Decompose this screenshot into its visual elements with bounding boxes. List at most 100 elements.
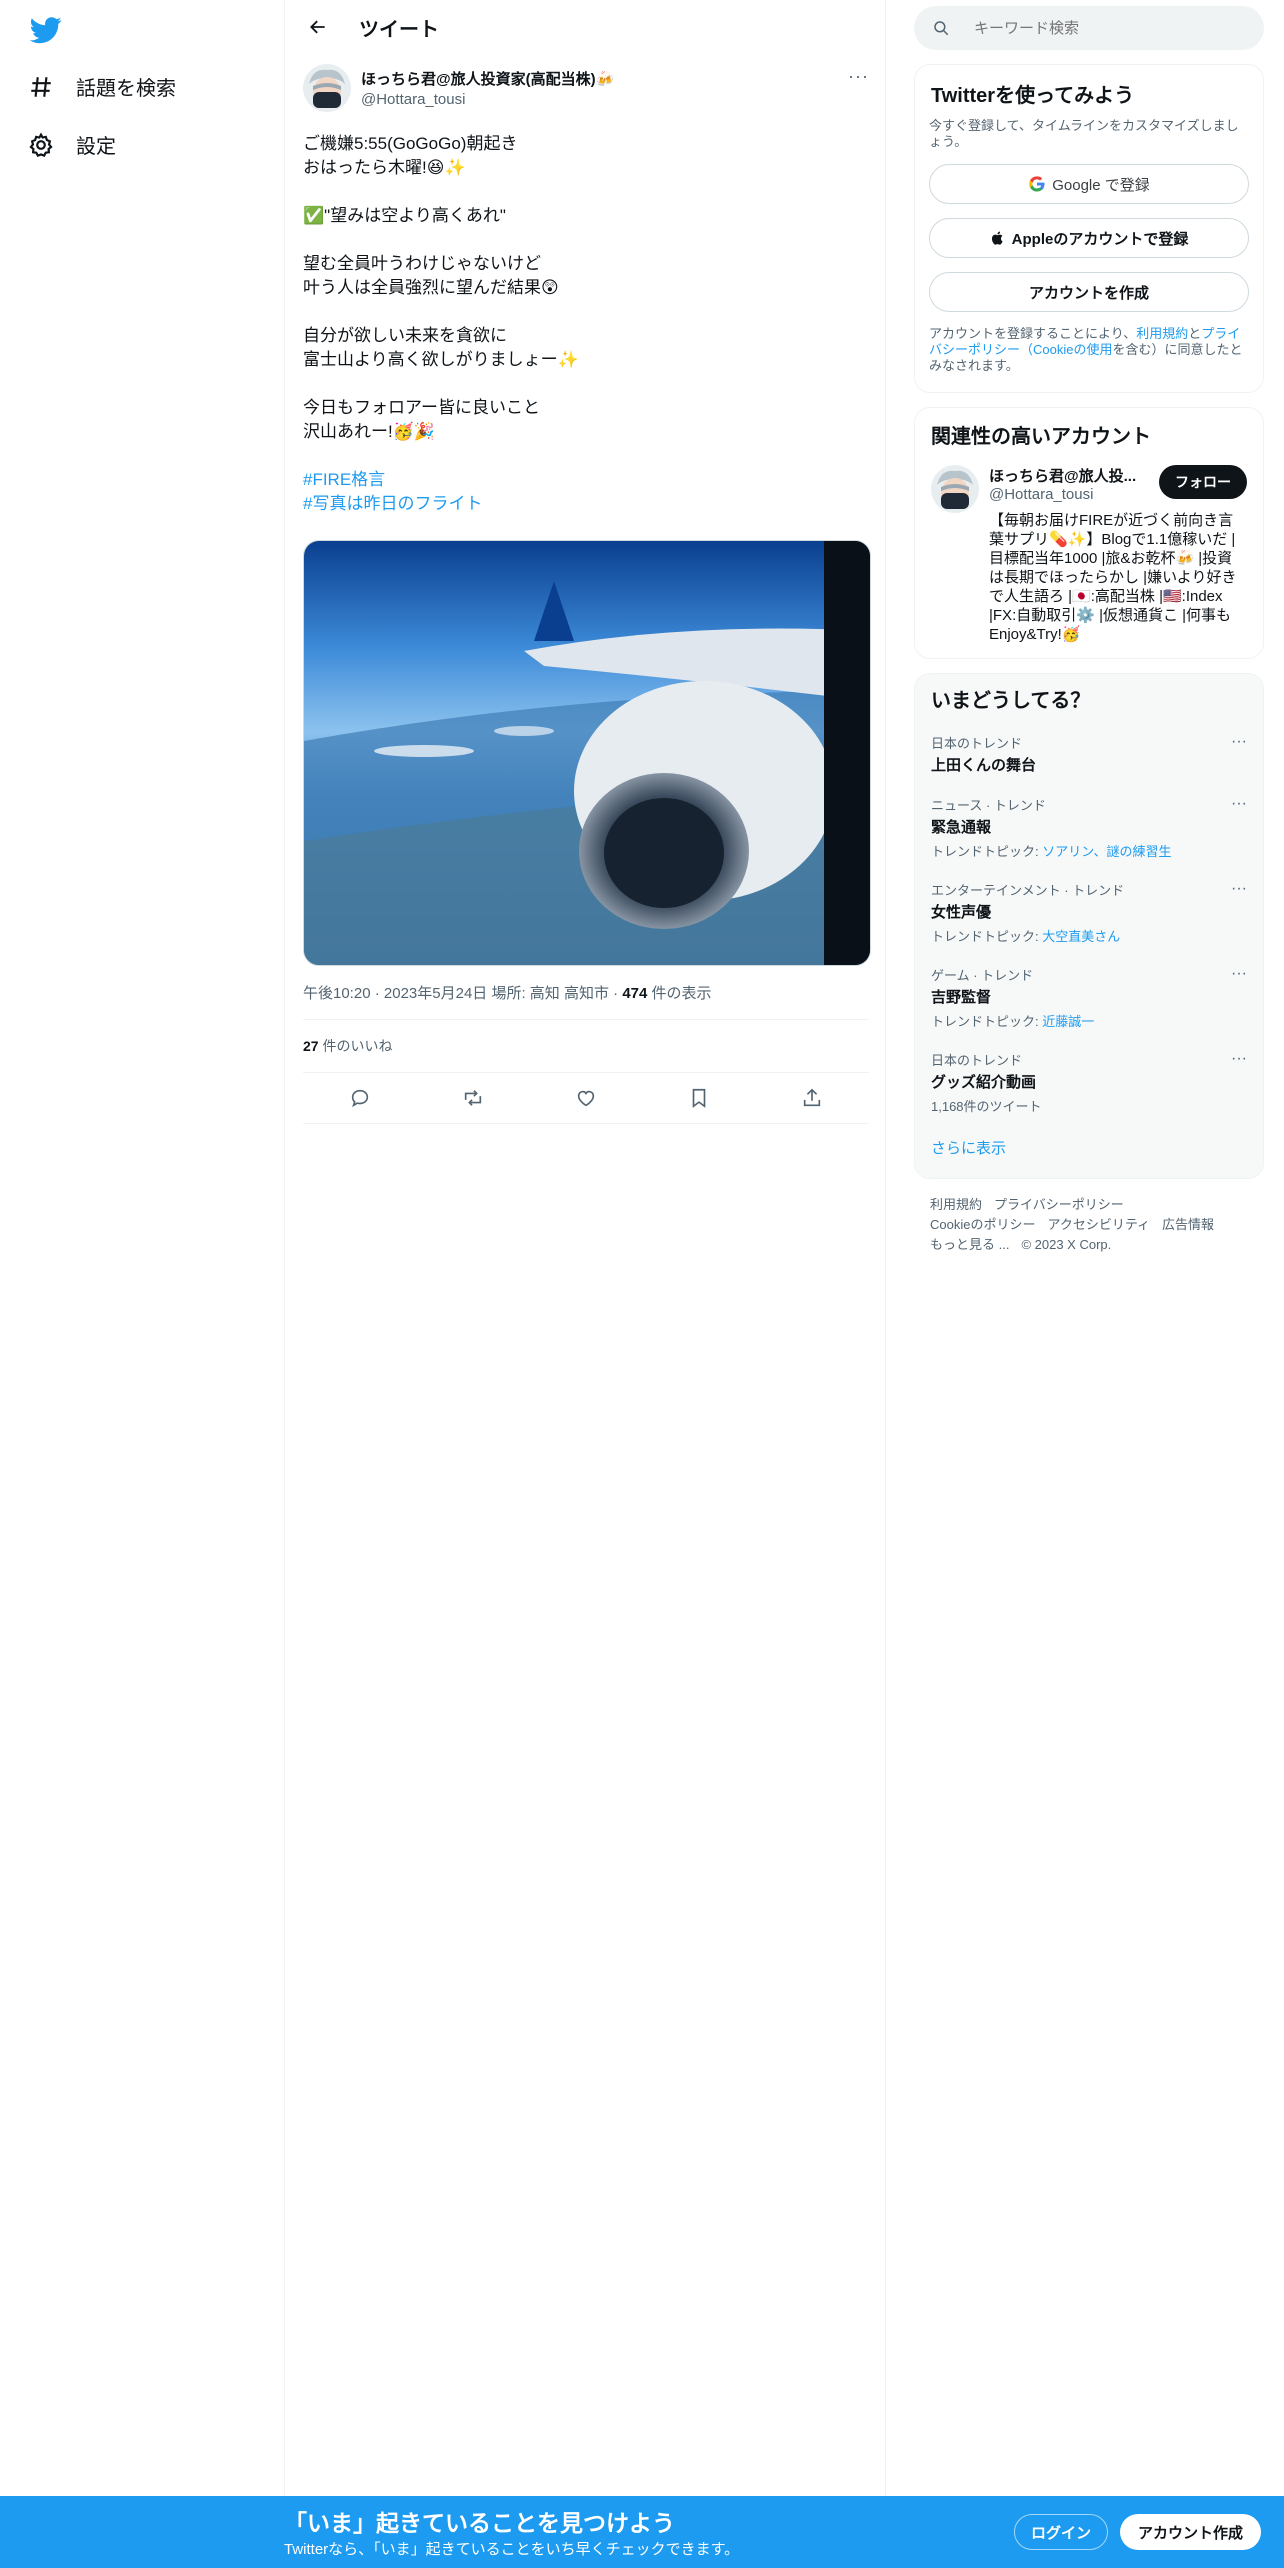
- hashtag-link[interactable]: #FIRE格言: [303, 468, 869, 492]
- terms-link[interactable]: 利用規約: [1136, 326, 1188, 341]
- trend-topic-prefix: トレンドトピック:: [931, 844, 1043, 859]
- avatar[interactable]: [303, 64, 351, 112]
- trend-topic-link[interactable]: ソアリン、謎の練習生: [1042, 844, 1171, 859]
- tweet-date[interactable]: 2023年5月24日: [384, 985, 487, 1002]
- footer-link[interactable]: 利用規約: [930, 1197, 982, 1212]
- google-signup-button[interactable]: Google で登録: [929, 164, 1249, 204]
- author-name[interactable]: ほっちら君@旅人投資家(高配当株)🍻: [361, 68, 614, 89]
- footer-link[interactable]: 広告情報: [1162, 1217, 1214, 1232]
- author-handle[interactable]: @Hottara_tousi: [361, 91, 614, 108]
- more-options-icon[interactable]: ···: [848, 66, 869, 87]
- cookie-link[interactable]: （Cookieの使用: [1020, 342, 1112, 357]
- terms-prefix: アカウントを登録することにより、: [929, 326, 1137, 341]
- trend-item[interactable]: エンターテインメント · トレンド 女性声優 トレンドトピック: 大空直美さん …: [915, 880, 1263, 945]
- trend-category: ゲーム · トレンド: [931, 968, 1034, 983]
- trend-topic-link[interactable]: 大空直美さん: [1042, 929, 1120, 944]
- search-icon: [934, 21, 949, 36]
- more-options-icon[interactable]: ···: [1231, 880, 1247, 898]
- bookmark-icon[interactable]: [688, 1087, 710, 1109]
- trend-name: 緊急通報: [931, 819, 992, 836]
- apple-signup-label: Appleのアカウントで登録: [1011, 230, 1189, 248]
- nav-settings[interactable]: 設定: [28, 130, 116, 159]
- more-options-icon[interactable]: ···: [1231, 1050, 1247, 1068]
- login-button[interactable]: ログイン: [1014, 2514, 1109, 2550]
- arrow-left-icon: [310, 20, 325, 34]
- likes-count: 27: [303, 1038, 319, 1054]
- follow-button[interactable]: フォロー: [1159, 465, 1247, 499]
- trend-name: 上田くんの舞台: [931, 757, 1037, 774]
- google-icon: [1029, 176, 1045, 192]
- tweet-paragraph: 自分が欲しい未来を貪欲に 富士山より高く欲しがりましょー✨: [303, 324, 869, 372]
- trend-item[interactable]: 日本のトレンド 上田くんの舞台 ···: [915, 733, 1263, 775]
- related-accounts-card: 関連性の高いアカウント ほっちら君@旅人投... @Hottara_tousi …: [914, 407, 1264, 659]
- footer-link[interactable]: Cookieのポリシー: [930, 1217, 1035, 1232]
- twitter-logo-icon[interactable]: [28, 14, 64, 46]
- trend-name: グッズ紹介動画: [931, 1074, 1037, 1091]
- copyright: © 2023 X Corp.: [1021, 1237, 1112, 1252]
- trend-topic-prefix: トレンドトピック:: [931, 1014, 1043, 1029]
- more-options-icon[interactable]: ···: [1231, 795, 1247, 813]
- related-account[interactable]: ほっちら君@旅人投... @Hottara_tousi 【毎朝お届けFIREが近…: [931, 465, 1247, 644]
- search-input[interactable]: [972, 18, 1236, 38]
- page-title: ツイート: [359, 18, 439, 41]
- share-icon[interactable]: [801, 1087, 823, 1109]
- tweet-author: ほっちら君@旅人投資家(高配当株)🍻 @Hottara_tousi ···: [303, 64, 869, 112]
- show-more-link[interactable]: さらに表示: [915, 1115, 1263, 1170]
- likes-row[interactable]: 27 件のいいね: [303, 1020, 869, 1073]
- tweet-line: おはったら木曜!😆✨: [303, 158, 466, 177]
- trend-category: ニュース · トレンド: [931, 798, 1046, 813]
- reply-icon[interactable]: [349, 1087, 371, 1109]
- footer-link[interactable]: アクセシビリティ: [1047, 1217, 1150, 1232]
- trend-topic-link[interactable]: 近藤誠一: [1042, 1014, 1094, 1029]
- tweet: ほっちら君@旅人投資家(高配当株)🍻 @Hottara_tousi ··· ご機…: [285, 54, 885, 1124]
- footer-link[interactable]: プライバシーポリシー: [994, 1197, 1124, 1212]
- footer: 利用規約 プライバシーポリシー Cookieのポリシー アクセシビリティ 広告情報 も…: [914, 1179, 1264, 1271]
- signup-button[interactable]: アカウント作成: [1120, 2514, 1262, 2550]
- main-column: ツイート ほっちら君@旅人投資家(高配当株)🍻 @Hottara_tousi ·…: [284, 0, 886, 2500]
- tweet-location[interactable]: 場所: 高知 高知市: [491, 985, 609, 1002]
- trend-tweet-count: 1,168件のツイート: [931, 1099, 1042, 1114]
- tweet-line: 叶う人は全員強烈に望んだ結果😲: [303, 278, 559, 297]
- avatar[interactable]: [931, 465, 979, 513]
- tweet-time[interactable]: 午後10:20: [303, 985, 371, 1002]
- views-label: 件の表示: [651, 985, 712, 1002]
- nav-explore[interactable]: 話題を検索: [28, 72, 176, 101]
- apple-signup-button[interactable]: Appleのアカウントで登録: [929, 218, 1249, 258]
- tweet-actions: [303, 1073, 869, 1124]
- search-box[interactable]: [914, 6, 1264, 50]
- bottom-bar-subtitle: Twitterなら、「いま」起きていることをいち早くチェックできます。: [284, 2541, 740, 2558]
- back-button[interactable]: [301, 10, 335, 44]
- right-sidebar: Twitterを使ってみよう 今すぐ登録して、タイムラインをカスタマイズしましょ…: [914, 0, 1264, 1271]
- gear-icon: [29, 132, 53, 157]
- tweet-line: 今日もフォロアー皆に良いこと: [303, 398, 540, 417]
- hashtag-link[interactable]: #写真は昨日のフライト: [303, 492, 869, 516]
- google-signup-label: Google で登録: [1052, 176, 1150, 194]
- retweet-icon[interactable]: [462, 1087, 484, 1109]
- create-account-button[interactable]: アカウントを作成: [929, 272, 1249, 312]
- airplane-wing-photo: [304, 541, 870, 965]
- footer-link[interactable]: もっと見る ...: [930, 1237, 1009, 1252]
- trend-item[interactable]: ニュース · トレンド 緊急通報 トレンドトピック: ソアリン、謎の練習生 ··…: [915, 795, 1263, 860]
- heart-icon[interactable]: [575, 1087, 597, 1109]
- related-name[interactable]: ほっちら君@旅人投...: [989, 465, 1139, 486]
- more-options-icon[interactable]: ···: [1231, 733, 1247, 751]
- apple-icon: [991, 231, 1003, 245]
- trend-topics: トレンドトピック: 大空直美さん: [931, 926, 1247, 945]
- tweet-line: ご機嫌5:55(GoGoGo)朝起き: [303, 134, 518, 153]
- nav-settings-label: 設定: [76, 136, 116, 158]
- tweet-line: 自分が欲しい未来を貪欲に: [303, 326, 507, 345]
- trend-item[interactable]: ゲーム · トレンド 吉野監督 トレンドトピック: 近藤誠一 ···: [915, 965, 1263, 1030]
- trend-item[interactable]: 日本のトレンド グッズ紹介動画 1,168件のツイート ···: [915, 1050, 1263, 1115]
- trend-topics: トレンドトピック: 近藤誠一: [931, 1011, 1247, 1030]
- header: ツイート: [285, 0, 885, 54]
- signup-description: 今すぐ登録して、タイムラインをカスタマイズしましょう。: [929, 118, 1239, 149]
- tweet-paragraph: ご機嫌5:55(GoGoGo)朝起き おはったら木曜!😆✨: [303, 132, 869, 180]
- tweet-photo[interactable]: [303, 540, 871, 966]
- tweet-line: 沢山あれー!🥳🎉: [303, 422, 436, 441]
- more-options-icon[interactable]: ···: [1231, 965, 1247, 983]
- trend-topics: トレンドトピック: ソアリン、謎の練習生: [931, 841, 1247, 860]
- likes-label: 件のいいね: [322, 1038, 393, 1054]
- signup-card: Twitterを使ってみよう 今すぐ登録して、タイムラインをカスタマイズしましょ…: [914, 64, 1264, 393]
- nav-explore-label: 話題を検索: [76, 78, 176, 100]
- related-title: 関連性の高いアカウント: [931, 426, 1151, 448]
